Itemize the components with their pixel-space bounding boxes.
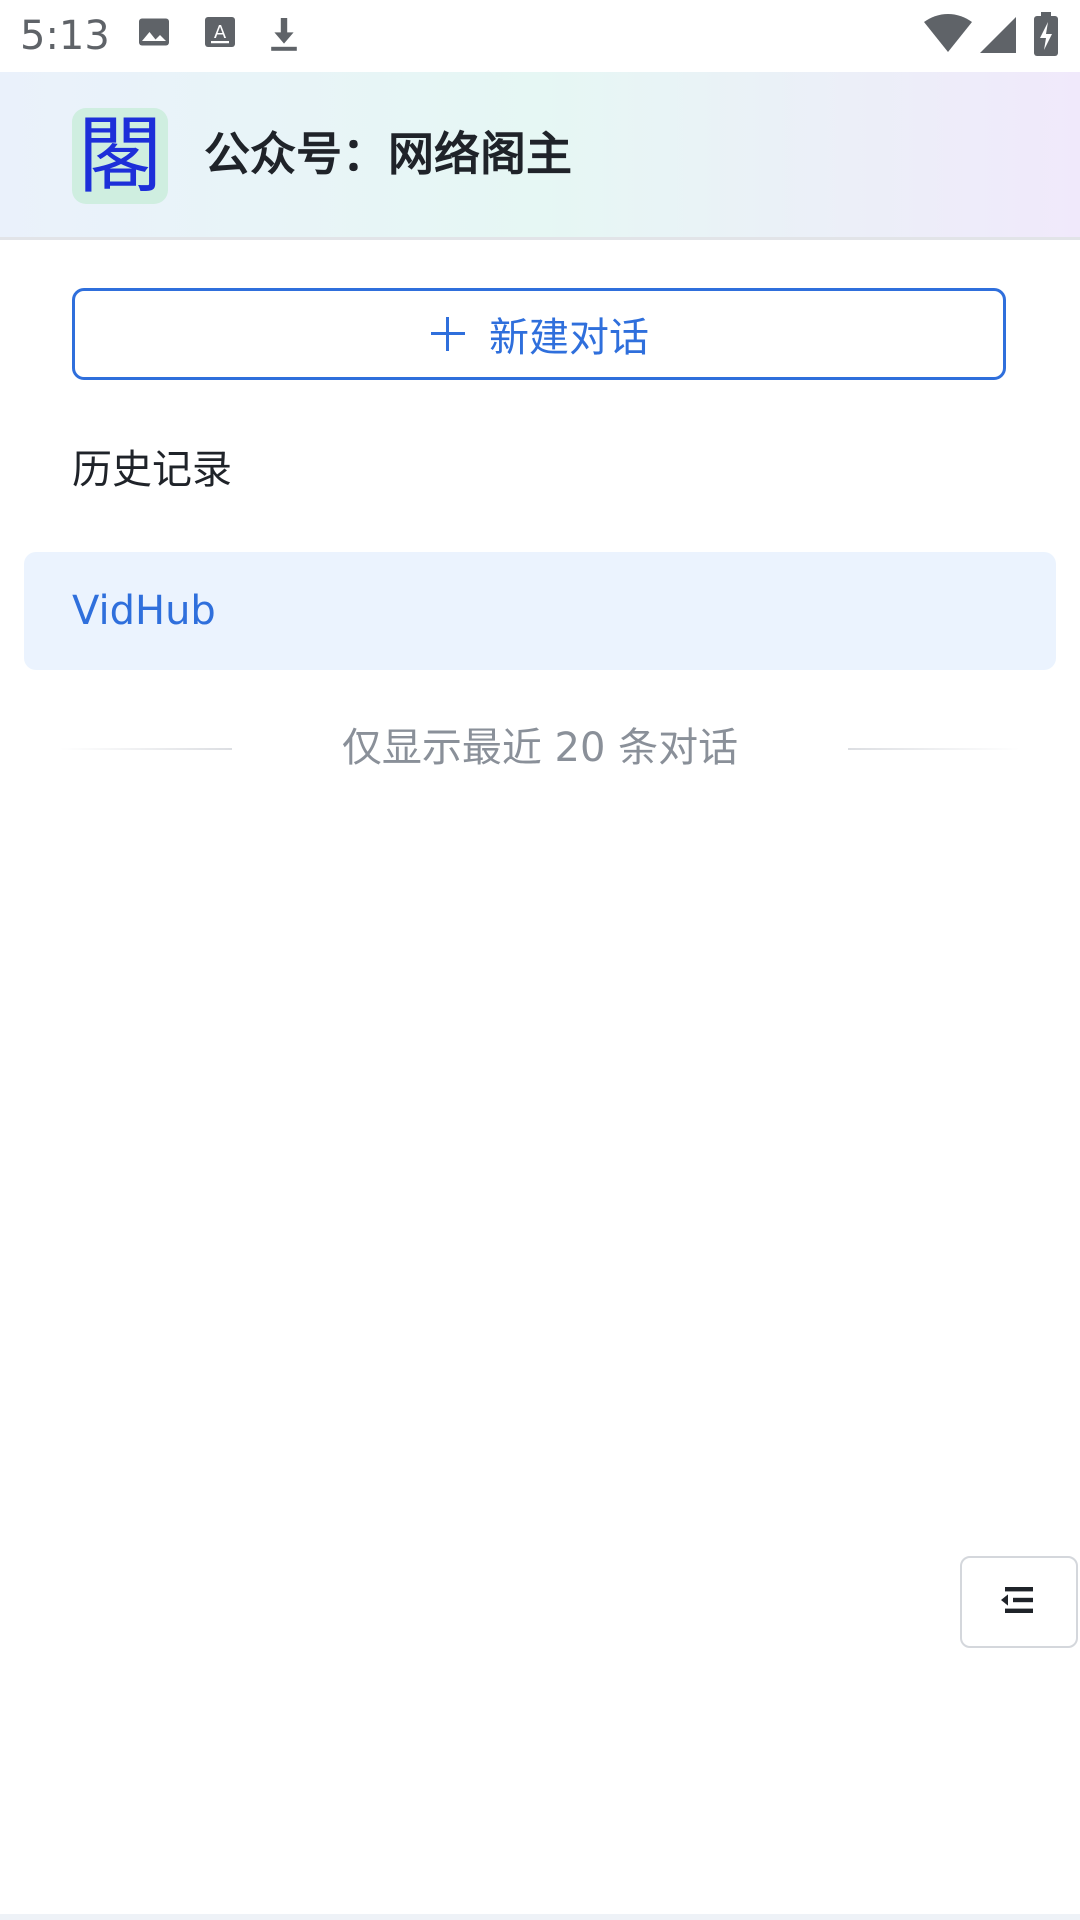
- navigation-drawer: 閣 公众号：网络阁主 新建对话 历史记录 VidHub 仅显示最近 20 条对话: [0, 72, 1080, 1920]
- new-chat-button[interactable]: 新建对话: [72, 288, 1006, 380]
- history-limit-note: 仅显示最近 20 条对话: [0, 720, 1080, 776]
- screen: 5:13 A 閣 公众号：网络阁主 新建对话 历史记录 VidHub 仅显示最近…: [0, 0, 1080, 1920]
- drawer-header: 閣 公众号：网络阁主: [0, 72, 1080, 240]
- collapse-drawer-button[interactable]: [960, 1556, 1078, 1648]
- history-item[interactable]: VidHub: [24, 552, 1056, 670]
- bottom-edge: [0, 1914, 1080, 1920]
- svg-text:A: A: [214, 22, 227, 43]
- plus-icon: [429, 315, 467, 353]
- wifi-icon: [924, 14, 972, 58]
- battery-charging-icon: [1034, 12, 1058, 60]
- new-chat-label: 新建对话: [489, 315, 649, 361]
- status-bar: 5:13 A: [0, 0, 1080, 72]
- status-time: 5:13: [20, 13, 110, 59]
- text-recognition-icon: A: [204, 14, 236, 54]
- history-section-title: 历史记录: [72, 447, 232, 493]
- collapse-menu-icon: [1001, 1585, 1037, 1619]
- download-icon: [268, 14, 300, 58]
- header-title: 公众号：网络阁主: [204, 127, 572, 181]
- app-logo: 閣: [72, 108, 168, 204]
- divider-right: [848, 748, 1020, 750]
- history-item-label: VidHub: [72, 588, 216, 634]
- cell-signal-icon: [980, 16, 1016, 58]
- image-icon: [136, 14, 172, 54]
